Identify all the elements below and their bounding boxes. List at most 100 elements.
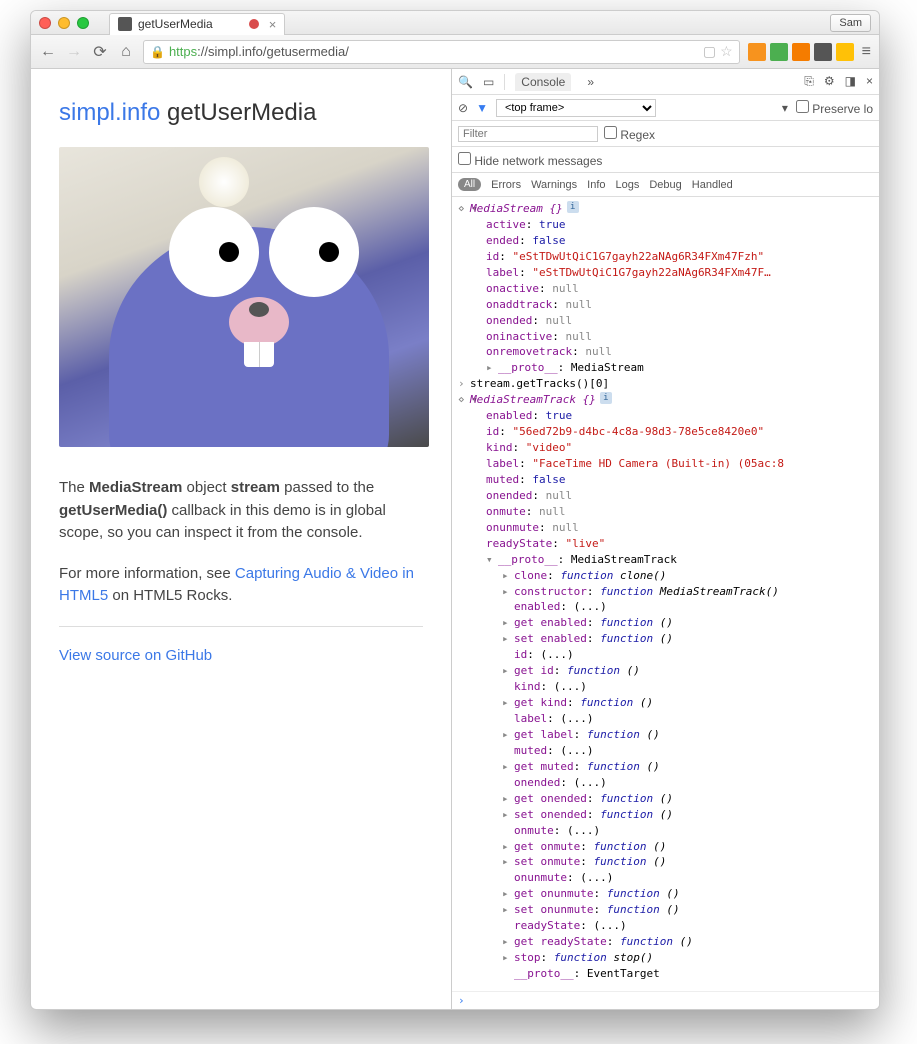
device-mode-icon[interactable]: ▭: [483, 75, 494, 89]
object-header[interactable]: ⋄ ▾MediaStreamTrack {}i: [452, 392, 879, 408]
close-tab-button[interactable]: ×: [269, 17, 277, 32]
reload-button[interactable]: ⟳: [91, 43, 109, 61]
proto-property[interactable]: ▸get readyState: function (): [452, 934, 879, 950]
close-window-button[interactable]: [39, 17, 51, 29]
console-input-line[interactable]: ›stream.getTracks()[0]: [452, 376, 879, 392]
bookmark-star-icon[interactable]: ☆: [720, 43, 733, 60]
object-property[interactable]: onmute: null: [452, 504, 879, 520]
proto-property[interactable]: ▸get id: function (): [452, 663, 879, 679]
proto-property[interactable]: ▸stop: function stop(): [452, 950, 879, 966]
proto-property[interactable]: onunmute: (...): [452, 870, 879, 886]
object-property[interactable]: onactive: null: [452, 281, 879, 297]
console-tab[interactable]: Console: [515, 73, 571, 91]
proto-property[interactable]: enabled: (...): [452, 599, 879, 615]
object-property[interactable]: label: "FaceTime HD Camera (Built-in) (0…: [452, 456, 879, 472]
proto-property[interactable]: ▸clone: function clone(): [452, 568, 879, 584]
proto-property[interactable]: readyState: (...): [452, 918, 879, 934]
object-property[interactable]: readyState: "live": [452, 536, 879, 552]
level-info[interactable]: Info: [587, 179, 605, 191]
object-property[interactable]: id: "56ed72b9-d4bc-4c8a-98d3-78e5ce8420e…: [452, 424, 879, 440]
proto-property[interactable]: onmute: (...): [452, 823, 879, 839]
object-property[interactable]: ▸__proto__: MediaStream: [452, 360, 879, 376]
proto-property[interactable]: ▸get muted: function (): [452, 759, 879, 775]
object-property[interactable]: active: true: [452, 217, 879, 233]
camera-indicator-icon[interactable]: ▢: [703, 43, 716, 60]
proto-property[interactable]: onended: (...): [452, 775, 879, 791]
profile-button[interactable]: Sam: [830, 14, 871, 32]
toolbar: ← → ⟳ ⌂ 🔒 https ://simpl.info/getusermed…: [31, 35, 879, 69]
object-property[interactable]: onremovetrack: null: [452, 344, 879, 360]
object-property[interactable]: label: "eStTDwUtQiC1G7gayh22aNAg6R34FXm4…: [452, 265, 879, 281]
level-debug[interactable]: Debug: [649, 179, 681, 191]
object-property[interactable]: onended: null: [452, 313, 879, 329]
proto-property[interactable]: __proto__: EventTarget: [452, 966, 879, 982]
proto-property[interactable]: ▸set onended: function (): [452, 807, 879, 823]
object-property[interactable]: ▾__proto__: MediaStreamTrack: [452, 552, 879, 568]
devtools-context-bar: ⊘ ▼ <top frame> ▾ Preserve lo: [452, 95, 879, 121]
object-property[interactable]: kind: "video": [452, 440, 879, 456]
lock-icon: 🔒: [150, 45, 165, 59]
view-source-link[interactable]: View source on GitHub: [59, 647, 212, 664]
close-devtools-button[interactable]: ×: [866, 74, 873, 89]
extension-icon[interactable]: [770, 43, 788, 61]
inspect-icon[interactable]: 🔍: [458, 75, 473, 89]
cast-icon[interactable]: [814, 43, 832, 61]
regex-checkbox[interactable]: [604, 126, 617, 139]
proto-property[interactable]: id: (...): [452, 647, 879, 663]
object-property[interactable]: oninactive: null: [452, 329, 879, 345]
title-link[interactable]: simpl.info: [59, 99, 160, 126]
extension-icon[interactable]: [748, 43, 766, 61]
minimize-window-button[interactable]: [58, 17, 70, 29]
filter-input[interactable]: [458, 126, 598, 142]
traffic-lights: [39, 17, 89, 29]
object-property[interactable]: onaddtrack: null: [452, 297, 879, 313]
proto-property[interactable]: ▸get onended: function (): [452, 791, 879, 807]
object-property[interactable]: id: "eStTDwUtQiC1G7gayh22aNAg6R34FXm47Fz…: [452, 249, 879, 265]
proto-property[interactable]: ▸get kind: function (): [452, 695, 879, 711]
level-errors[interactable]: Errors: [491, 179, 521, 191]
hide-network-row: Hide network messages: [452, 147, 879, 173]
proto-property[interactable]: ▸get enabled: function (): [452, 615, 879, 631]
hide-network-checkbox[interactable]: [458, 152, 471, 165]
browser-tab[interactable]: getUserMedia ×: [109, 13, 285, 35]
proto-property[interactable]: kind: (...): [452, 679, 879, 695]
forward-button[interactable]: →: [65, 43, 83, 61]
proto-property[interactable]: label: (...): [452, 711, 879, 727]
clear-console-icon[interactable]: ⊘: [458, 101, 468, 115]
back-button[interactable]: ←: [39, 43, 57, 61]
extension-icon[interactable]: [836, 43, 854, 61]
more-tabs-button[interactable]: »: [581, 73, 600, 91]
address-bar[interactable]: 🔒 https ://simpl.info/getusermedia/ ▢ ☆: [143, 40, 740, 64]
object-property[interactable]: muted: false: [452, 472, 879, 488]
proto-property[interactable]: ▸set enabled: function (): [452, 631, 879, 647]
object-header[interactable]: ⋄ ▾MediaStream {}i: [452, 201, 879, 217]
console-output[interactable]: ⋄ ▾MediaStream {}i active: trueended: fa…: [452, 197, 879, 991]
filter-funnel-icon[interactable]: ▼: [476, 101, 488, 115]
proto-property[interactable]: ▸get label: function (): [452, 727, 879, 743]
proto-property[interactable]: ▸set onunmute: function (): [452, 902, 879, 918]
level-handled[interactable]: Handled: [692, 179, 733, 191]
home-button[interactable]: ⌂: [117, 43, 135, 61]
frame-selector[interactable]: <top frame>: [496, 99, 656, 117]
maximize-window-button[interactable]: [77, 17, 89, 29]
drawer-toggle-icon[interactable]: ⎘: [804, 74, 814, 89]
level-all[interactable]: All: [458, 178, 481, 191]
dock-side-icon[interactable]: ◨: [845, 74, 856, 89]
object-property[interactable]: enabled: true: [452, 408, 879, 424]
console-prompt[interactable]: ›: [452, 991, 879, 1009]
proto-property[interactable]: ▸get onmute: function (): [452, 839, 879, 855]
settings-gear-icon[interactable]: ⚙: [824, 74, 835, 89]
level-warnings[interactable]: Warnings: [531, 179, 577, 191]
hamburger-menu-button[interactable]: ≡: [862, 43, 871, 61]
proto-property[interactable]: ▸get onunmute: function (): [452, 886, 879, 902]
object-property[interactable]: onunmute: null: [452, 520, 879, 536]
proto-property[interactable]: muted: (...): [452, 743, 879, 759]
preserve-log-checkbox[interactable]: [796, 100, 809, 113]
proto-property[interactable]: ▸constructor: function MediaStreamTrack(…: [452, 584, 879, 600]
object-property[interactable]: ended: false: [452, 233, 879, 249]
level-logs[interactable]: Logs: [616, 179, 640, 191]
object-property[interactable]: onended: null: [452, 488, 879, 504]
extension-icon[interactable]: [792, 43, 810, 61]
proto-property[interactable]: ▸set onmute: function (): [452, 854, 879, 870]
title-text: getUserMedia: [160, 99, 316, 126]
